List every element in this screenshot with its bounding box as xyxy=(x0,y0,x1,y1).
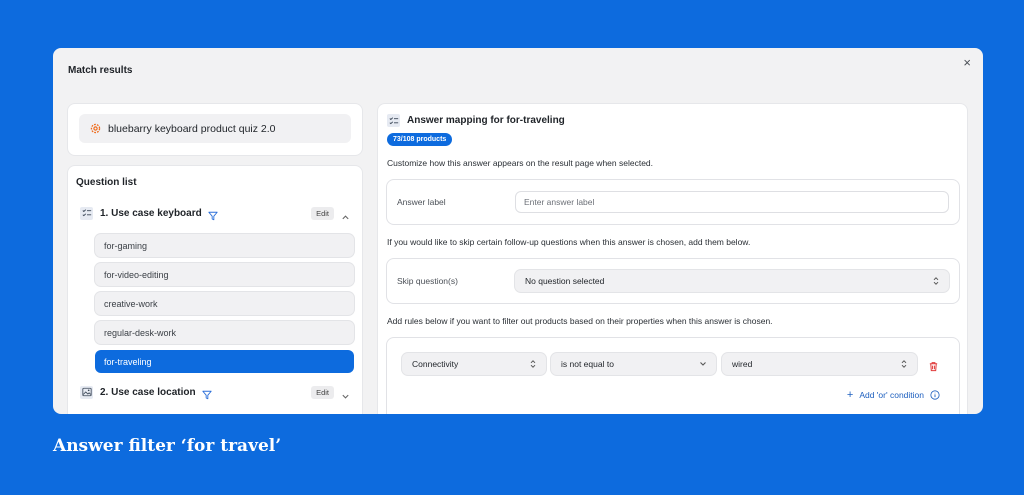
mapping-intro: Customize how this answer appears on the… xyxy=(387,158,654,168)
filter-icon xyxy=(201,387,212,400)
plus-icon: + xyxy=(846,389,854,401)
chevron-up-down-icon xyxy=(932,276,940,286)
operator-value: is not equal to xyxy=(561,359,614,369)
modal-title: Match results xyxy=(68,65,133,76)
mapping-title: Answer mapping for for-traveling xyxy=(407,115,565,126)
gear-icon xyxy=(88,122,102,136)
property-select[interactable]: Connectivity xyxy=(402,353,546,375)
answer-item-selected[interactable]: for-traveling xyxy=(95,350,354,373)
answer-label-label: Answer label xyxy=(397,197,446,207)
chevron-down-icon xyxy=(699,359,707,369)
answer-label-box: Answer label xyxy=(387,180,959,224)
answer-item[interactable]: regular-desk-work xyxy=(95,321,354,344)
rules-box: Connectivity is not equal to wired + Add… xyxy=(387,338,959,414)
value-select[interactable]: wired xyxy=(722,353,917,375)
info-icon[interactable] xyxy=(930,390,940,400)
chevron-up-down-icon xyxy=(529,359,537,369)
question-1-title: 1. Use case keyboard xyxy=(100,207,202,219)
rules-intro: Add rules below if you want to filter ou… xyxy=(387,316,773,326)
answer-item[interactable]: creative-work xyxy=(95,292,354,315)
match-results-modal: Match results × bluebarry keyboard produ… xyxy=(53,48,983,414)
question-2-header[interactable]: 2. Use case location Edit xyxy=(80,384,352,400)
mapping-header: Answer mapping for for-traveling xyxy=(387,114,565,127)
chevron-down-icon[interactable] xyxy=(341,388,350,399)
filter-icon xyxy=(208,208,218,221)
edit-button[interactable]: Edit xyxy=(311,385,334,399)
skip-questions-label: Skip question(s) xyxy=(397,276,458,286)
chevron-up-icon[interactable] xyxy=(341,209,350,219)
answer-item[interactable]: for-video-editing xyxy=(95,263,354,286)
skip-questions-select[interactable]: No question selected xyxy=(515,270,949,292)
rule-value: wired xyxy=(732,359,753,369)
trash-icon[interactable] xyxy=(928,359,939,372)
image-icon xyxy=(80,385,93,399)
close-icon[interactable]: × xyxy=(963,55,971,70)
answer-item[interactable]: for-gaming xyxy=(95,234,354,257)
question-list-card: Question list 1. Use case keyboard Edit … xyxy=(68,166,362,414)
quiz-name: bluebarry keyboard product quiz 2.0 xyxy=(108,122,276,135)
question-2-title: 2. Use case location xyxy=(100,386,196,398)
edit-button[interactable]: Edit xyxy=(311,206,334,220)
quiz-card: bluebarry keyboard product quiz 2.0 xyxy=(68,104,362,155)
skip-intro: If you would like to skip certain follow… xyxy=(387,237,751,247)
answer-label-input[interactable] xyxy=(515,191,949,213)
checklist-icon xyxy=(80,206,93,220)
add-or-label: Add 'or' condition xyxy=(859,390,924,400)
chevron-up-down-icon xyxy=(900,359,908,369)
question-list-title: Question list xyxy=(76,177,137,188)
caption: Answer filter ‘for travel’ xyxy=(53,436,282,456)
add-or-condition-button[interactable]: + Add 'or' condition xyxy=(847,389,940,401)
checklist-icon xyxy=(387,114,400,127)
skip-questions-value: No question selected xyxy=(525,276,605,286)
skip-questions-box: Skip question(s) No question selected xyxy=(387,259,959,303)
answer-mapping-panel: Answer mapping for for-traveling 73/108 … xyxy=(378,104,967,414)
product-count-badge: 73/108 products xyxy=(387,133,453,146)
quiz-selector[interactable]: bluebarry keyboard product quiz 2.0 xyxy=(79,114,351,143)
operator-select[interactable]: is not equal to xyxy=(551,353,716,375)
question-1-header[interactable]: 1. Use case keyboard Edit xyxy=(80,205,352,221)
property-value: Connectivity xyxy=(412,359,459,369)
